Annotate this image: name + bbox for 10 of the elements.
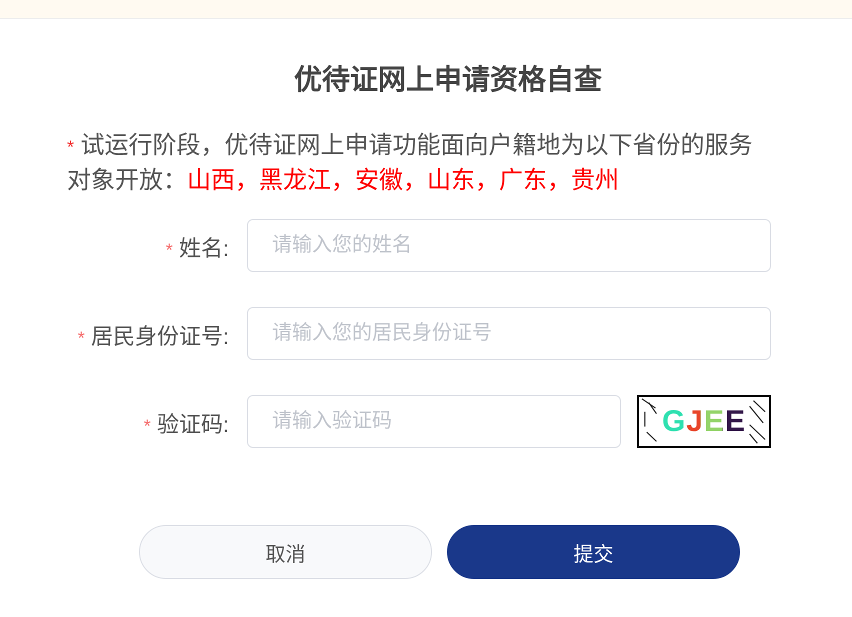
page-title: 优待证网上申请资格自查 (294, 63, 602, 97)
notice-text: * 试运行阶段，优待证网上申请功能面向户籍地为以下省份的服务对象开放：山西，黑龙江，安徽，山东，广东，贵州 (67, 131, 754, 196)
captcha-input[interactable]: 请输入验证码 (247, 395, 621, 448)
field-label: * 居民身份证号: (76, 322, 229, 350)
id-number-input[interactable]: 请输入您的居民身份证号 (247, 307, 771, 360)
field-label: * 验证码: (142, 410, 229, 438)
cancel-button[interactable]: 取消 (139, 525, 432, 579)
name-input[interactable]: 请输入您的姓名 (247, 219, 771, 272)
submit-button[interactable]: 提交 (447, 525, 740, 579)
field-label: * 姓名: (164, 234, 229, 262)
